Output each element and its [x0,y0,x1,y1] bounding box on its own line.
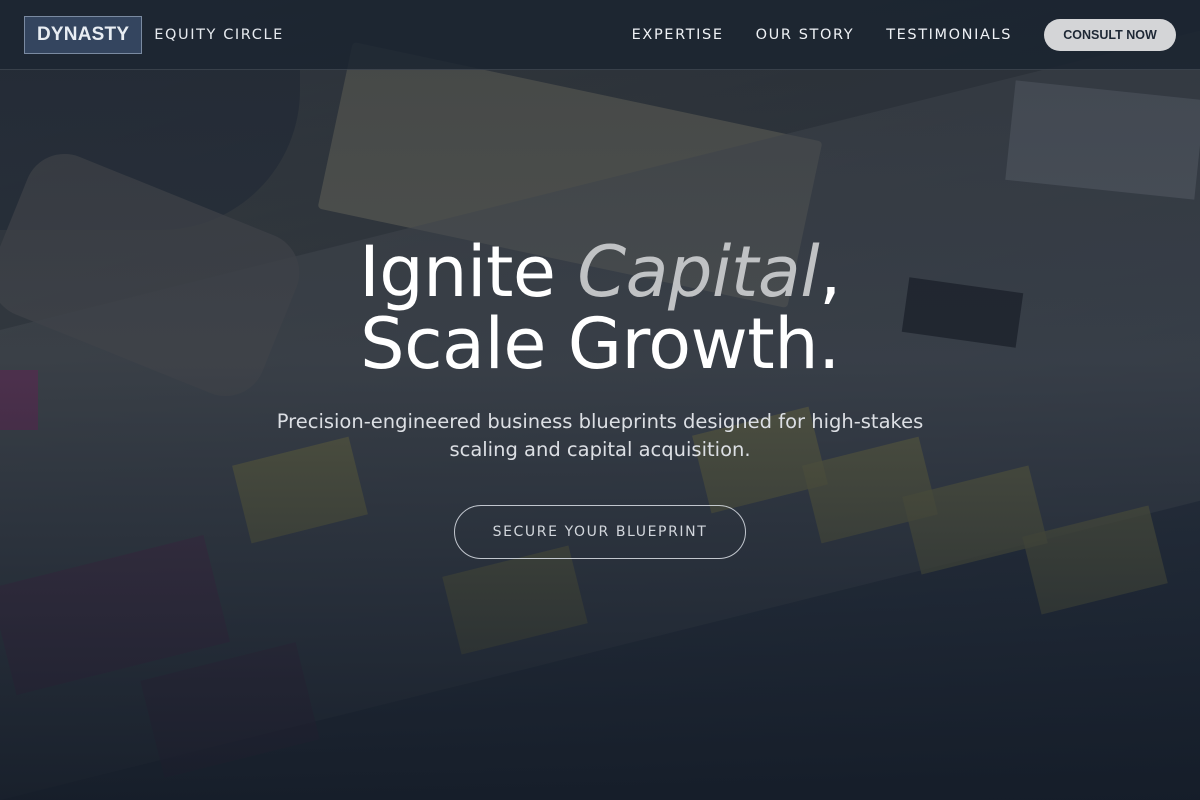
hero-title: Ignite Capital, Scale Growth. [0,236,1200,380]
brand-logo-text: DYNASTY [24,16,143,54]
nav-link-testimonials[interactable]: TESTIMONIALS [886,27,1012,43]
hero-title-line2: Scale Growth. [360,303,840,385]
nav-links: EXPERTISE OUR STORY TESTIMONIALS [632,0,1012,70]
hero-title-accent: Capital [577,231,820,313]
brand-logo[interactable]: DYNASTY EQUITY CIRCLE [24,16,284,54]
nav-link-expertise[interactable]: EXPERTISE [632,27,724,43]
nav-link-our-story[interactable]: OUR STORY [756,27,855,43]
hero-title-punct: , [819,231,841,313]
hero-title-plain: Ignite [359,231,578,313]
top-navbar: DYNASTY EQUITY CIRCLE EXPERTISE OUR STOR… [0,0,1200,70]
brand-subtitle: EQUITY CIRCLE [154,27,284,43]
hero-title-line1: Ignite Capital, [359,231,841,313]
consult-now-button[interactable]: CONSULT NOW [1044,19,1176,51]
hero-subtitle: Precision-engineered business blueprints… [276,410,924,461]
hero-overlay [0,0,1200,800]
secure-blueprint-button[interactable]: SECURE YOUR BLUEPRINT [454,505,746,559]
